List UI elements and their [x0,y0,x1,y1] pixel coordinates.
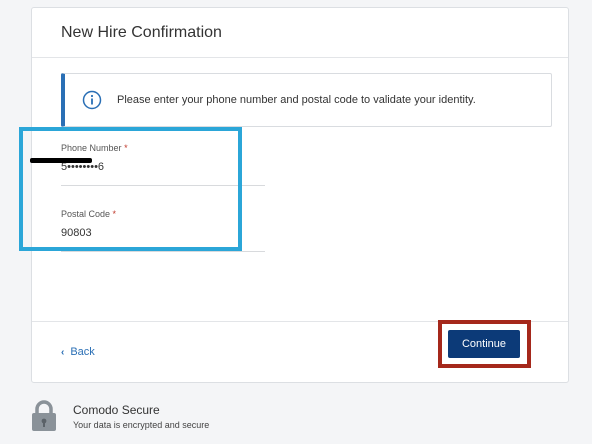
card-header: New Hire Confirmation [32,8,568,58]
lock-icon [32,400,56,431]
fields-highlight-box [19,127,242,251]
info-alert: Please enter your phone number and posta… [61,73,552,127]
info-icon [82,90,102,110]
secure-title: Comodo Secure [73,403,160,417]
page-title: New Hire Confirmation [61,24,222,41]
postal-code-underline [61,251,265,252]
secure-subtitle: Your data is encrypted and secure [73,420,210,430]
back-label: Back [70,346,95,358]
chevron-left-icon: ‹ [61,346,65,358]
info-message: Please enter your phone number and posta… [117,94,476,106]
back-button[interactable]: ‹ Back [61,346,95,358]
continue-button[interactable]: Continue [448,330,520,358]
redaction-bar [30,158,92,163]
